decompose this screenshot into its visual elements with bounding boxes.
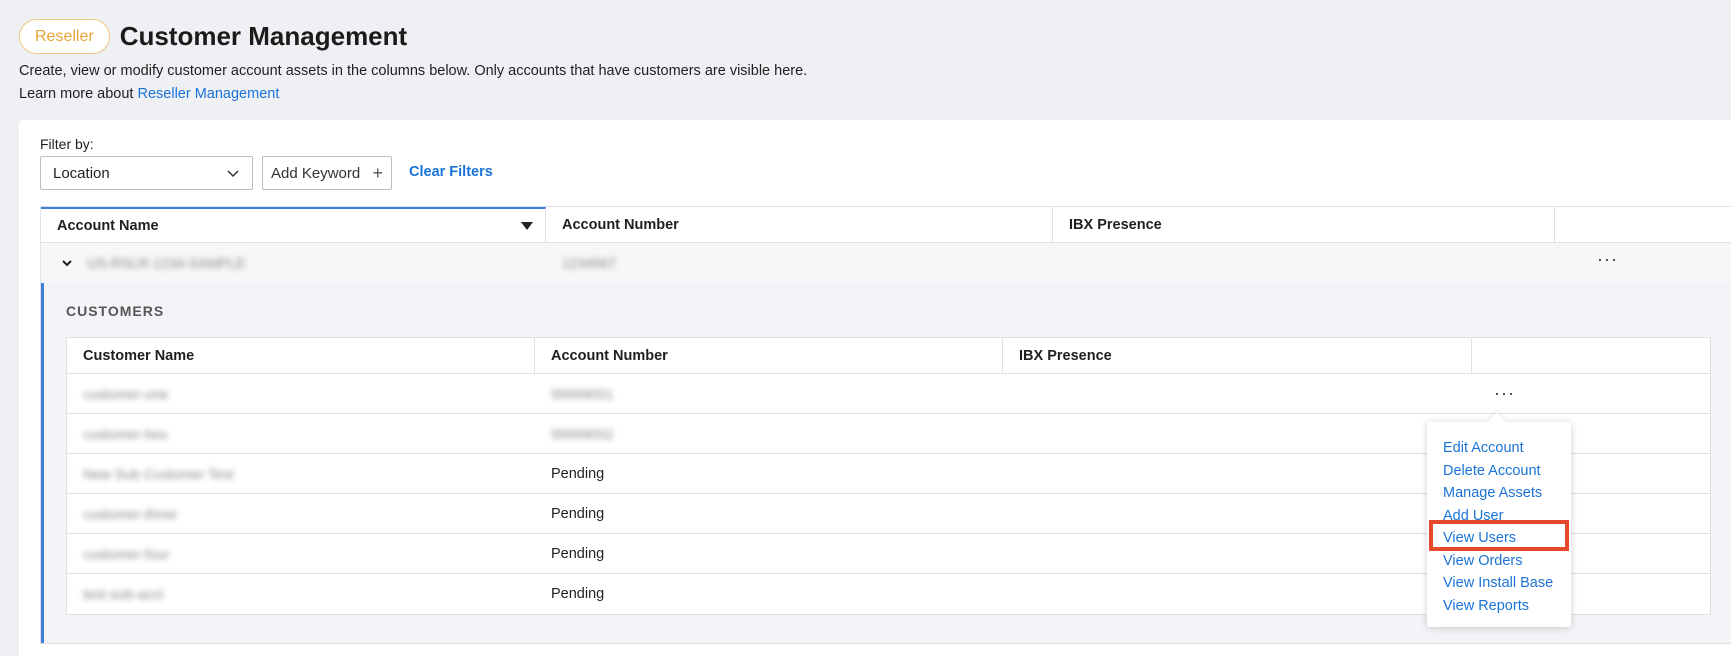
learn-more-line: Learn more about Reseller Management bbox=[19, 83, 807, 106]
add-keyword-button[interactable]: Add Keyword + bbox=[262, 156, 392, 190]
customer-account-number: 99999002 bbox=[551, 425, 614, 442]
column-account-name[interactable]: Account Name bbox=[41, 207, 546, 242]
menu-item-delete-account[interactable]: Delete Account bbox=[1443, 460, 1571, 483]
customer-name: customer-one bbox=[83, 385, 169, 402]
customers-table-header: Customer Name Account Number IBX Presenc… bbox=[67, 338, 1710, 374]
column-customer-ibx-presence: IBX Presence bbox=[1003, 338, 1472, 373]
page-description: Create, view or modify customer account … bbox=[19, 60, 807, 106]
customer-account-number: Pending bbox=[551, 505, 605, 522]
customer-more-actions-icon[interactable]: ··· bbox=[1472, 383, 1710, 404]
plus-icon: + bbox=[372, 162, 383, 183]
page-title: Customer Management bbox=[119, 21, 408, 51]
account-row[interactable]: US-RSLR-1234-SAMPLE 1234567 bbox=[41, 243, 1731, 283]
collapse-chevron-icon[interactable] bbox=[41, 257, 87, 269]
learn-more-prefix: Learn more about bbox=[19, 86, 138, 102]
customer-account-number: 99999001 bbox=[551, 385, 614, 402]
customer-account-number: Pending bbox=[551, 465, 605, 482]
customer-name: New Sub Customer Test bbox=[83, 465, 234, 482]
accounts-table-header: Account Name Account Number IBX Presence bbox=[41, 207, 1731, 243]
table-row[interactable]: customer-one 99999001 ··· bbox=[67, 374, 1710, 414]
customers-section-label: CUSTOMERS bbox=[66, 303, 165, 319]
menu-item-edit-account[interactable]: Edit Account bbox=[1443, 437, 1571, 460]
customer-name: test-sub-acct bbox=[83, 586, 164, 602]
menu-item-manage-assets[interactable]: Manage Assets bbox=[1443, 482, 1571, 505]
customer-account-number: Pending bbox=[551, 545, 605, 562]
reseller-management-link[interactable]: Reseller Management bbox=[138, 86, 280, 102]
reseller-badge: Reseller bbox=[19, 19, 110, 54]
column-ibx-presence: IBX Presence bbox=[1053, 207, 1555, 242]
location-select[interactable]: Location bbox=[40, 156, 253, 190]
account-more-actions-icon[interactable]: ··· bbox=[1597, 249, 1618, 270]
column-customer-account-number: Account Number bbox=[535, 338, 1003, 373]
customer-name: customer-four bbox=[83, 545, 170, 562]
menu-item-view-install-base[interactable]: View Install Base bbox=[1443, 572, 1571, 595]
sort-descending-icon[interactable] bbox=[521, 221, 533, 230]
view-users-highlight bbox=[1429, 520, 1569, 551]
location-select-value: Location bbox=[53, 164, 110, 182]
menu-item-view-reports[interactable]: View Reports bbox=[1443, 595, 1571, 618]
description-text: Create, view or modify customer account … bbox=[19, 63, 808, 79]
page-header: Reseller Customer Management bbox=[19, 19, 407, 54]
menu-item-view-orders[interactable]: View Orders bbox=[1443, 550, 1571, 573]
customer-name: customer-two bbox=[83, 425, 168, 442]
column-customer-name: Customer Name bbox=[67, 338, 535, 373]
account-number-value: 1234567 bbox=[562, 255, 617, 271]
chevron-down-icon bbox=[227, 170, 239, 178]
column-account-name-label: Account Name bbox=[57, 217, 159, 234]
customer-account-number: Pending bbox=[551, 586, 605, 602]
clear-filters-link[interactable]: Clear Filters bbox=[409, 164, 493, 180]
account-name-value: US-RSLR-1234-SAMPLE bbox=[87, 255, 246, 271]
column-actions bbox=[1555, 207, 1731, 242]
add-keyword-label: Add Keyword bbox=[271, 164, 361, 182]
filter-label: Filter by: bbox=[40, 136, 94, 152]
customer-name: customer-three bbox=[83, 505, 178, 522]
column-customer-actions bbox=[1472, 338, 1710, 373]
column-account-number: Account Number bbox=[546, 207, 1053, 242]
